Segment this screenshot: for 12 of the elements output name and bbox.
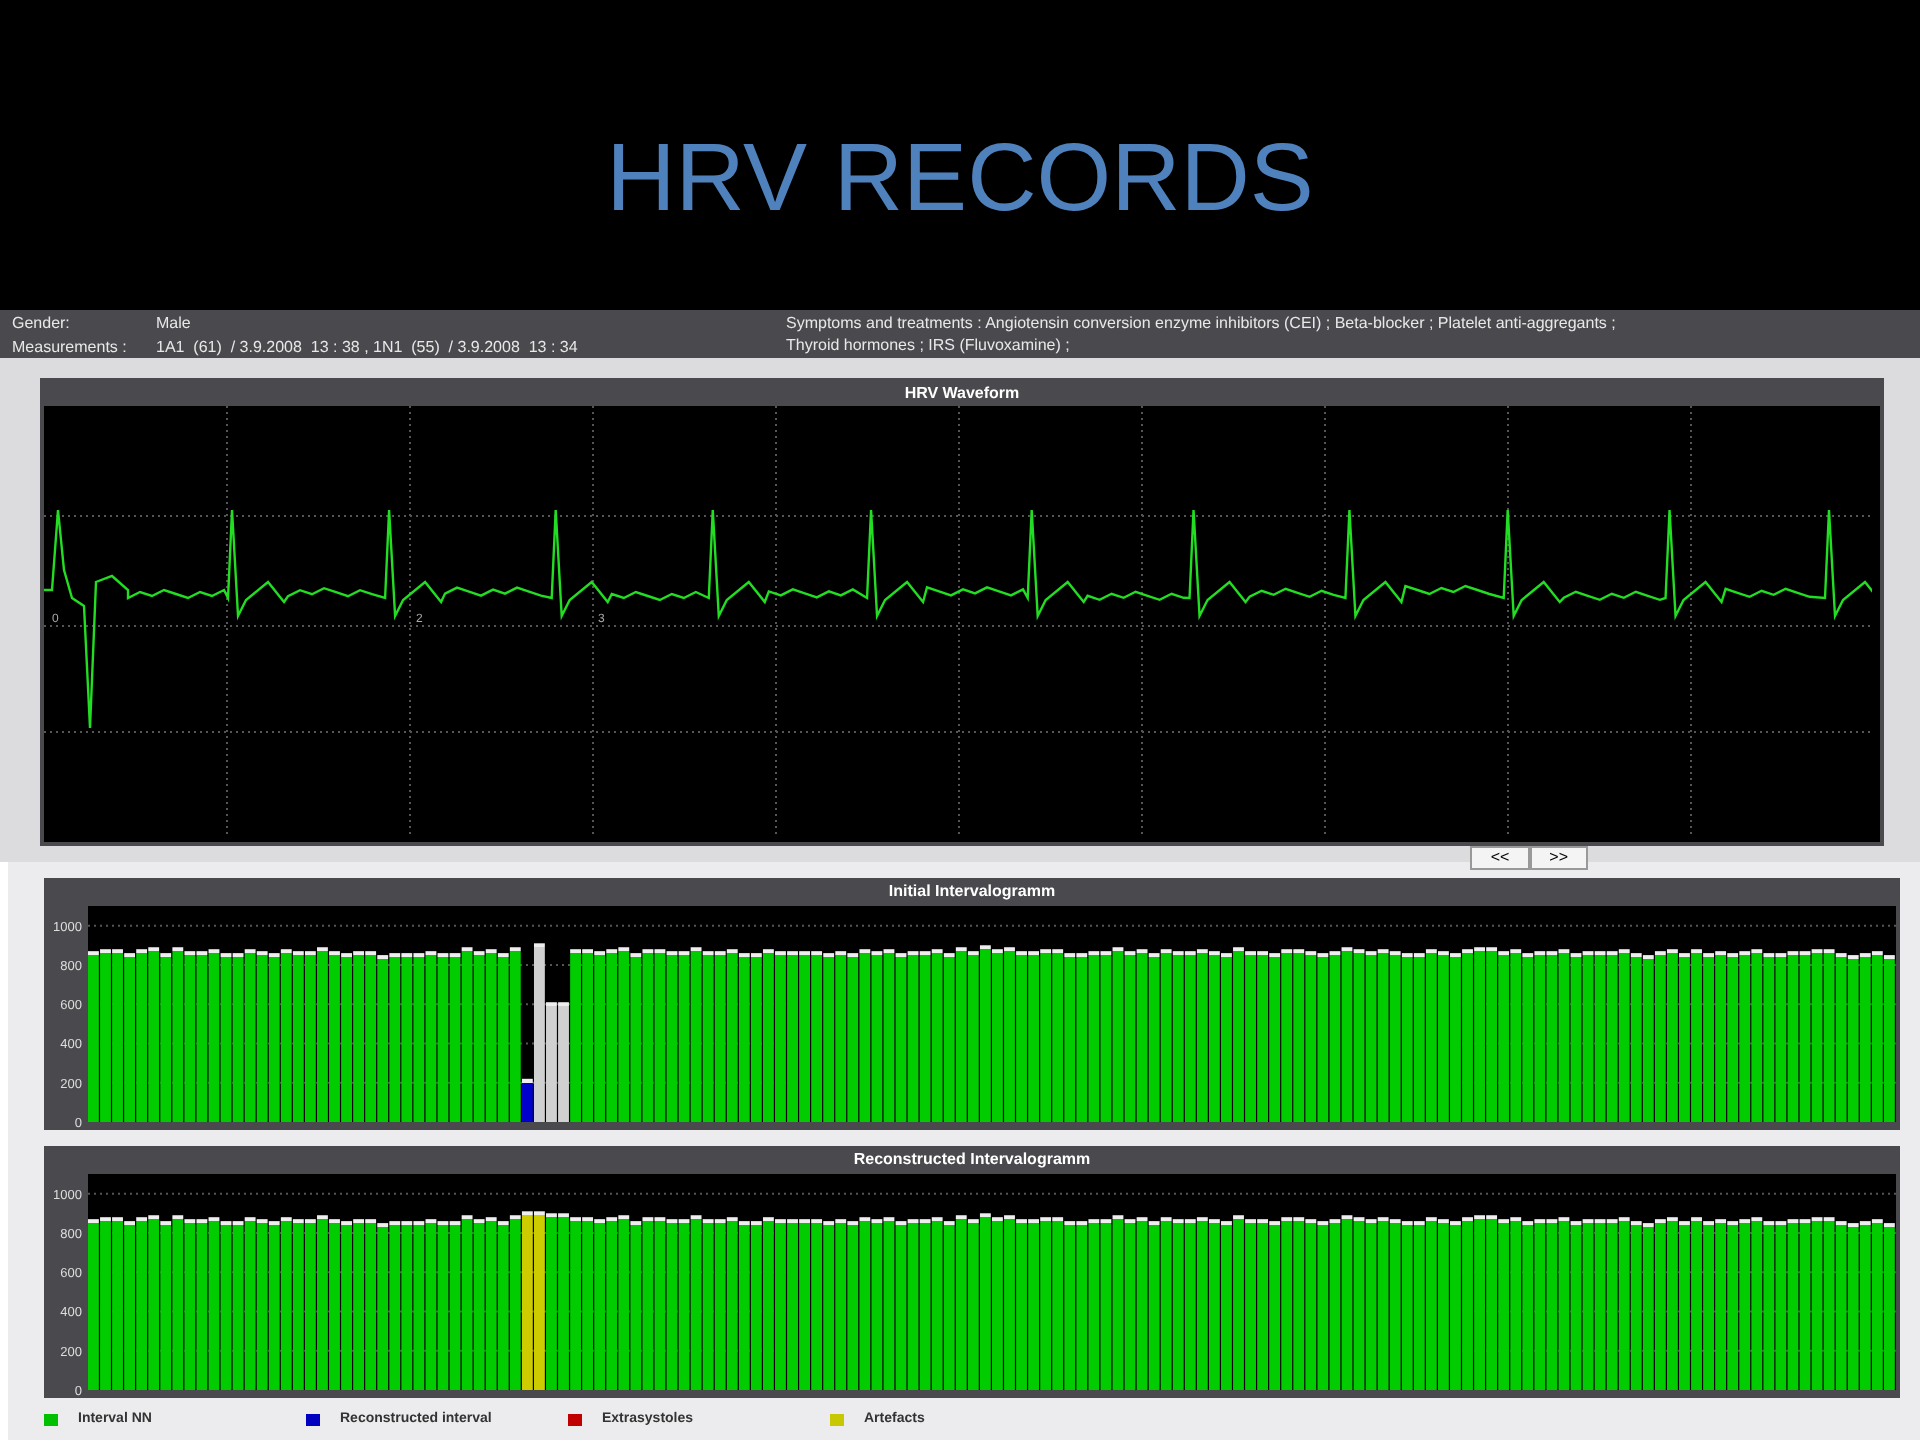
field-value: 1A1 (61) / 3.9.2008 13 : 38 , 1N1 (55) / 3.9.2008 13 : 34 bbox=[156, 335, 580, 358]
nav-button[interactable]: << bbox=[1470, 846, 1530, 870]
field-label: Measurements : bbox=[12, 335, 129, 358]
chart-title: Initial Intervalogramm bbox=[886, 880, 1058, 904]
info-text: Thyroid hormones ; IRS (Fluvoxamine) ; bbox=[786, 334, 1072, 356]
nav-button[interactable]: >> bbox=[1529, 846, 1588, 870]
chart-title: Reconstructed Intervalogramm bbox=[851, 1148, 1093, 1172]
field-value: Male bbox=[156, 312, 193, 335]
info-text: Symptoms and treatments : Angiotensin conversion enzyme inhibitors (CEI) ; Beta-blocker ; Platelet anti-aggregants ; bbox=[786, 312, 1618, 334]
panel-title: HRV Waveform bbox=[902, 382, 1022, 406]
field-label: Gender: bbox=[12, 312, 72, 335]
slide-title: HRV RECORDS bbox=[606, 123, 1314, 235]
